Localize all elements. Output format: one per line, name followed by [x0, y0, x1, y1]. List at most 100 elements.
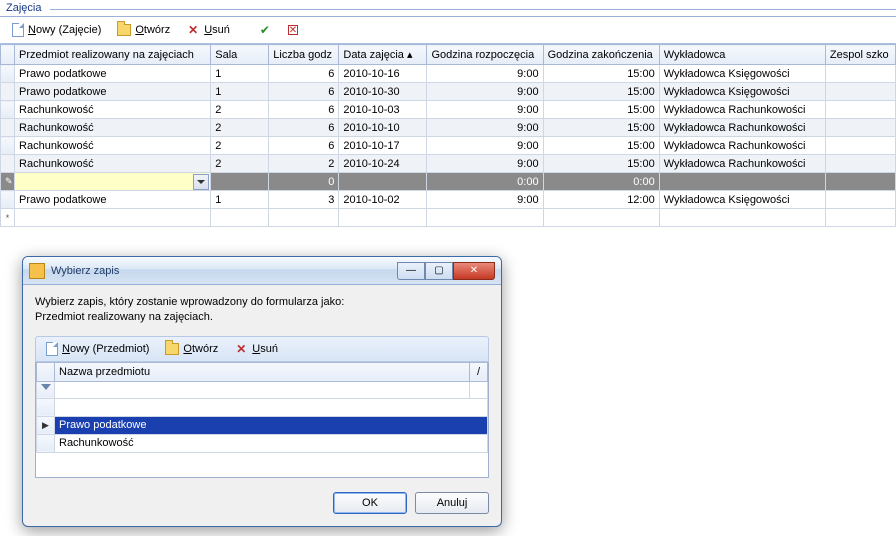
edit-row[interactable]: ✎00:000:00	[1, 173, 896, 191]
cell[interactable]: 15:00	[543, 65, 659, 83]
cell[interactable]: 15:00	[543, 137, 659, 155]
cell[interactable]: 9:00	[427, 119, 543, 137]
list-item[interactable]: ▶ Prawo podatkowe	[37, 416, 488, 434]
cell[interactable]: 9:00	[427, 191, 543, 209]
cell[interactable]: 6	[269, 65, 339, 83]
cell[interactable]	[825, 137, 895, 155]
table-row[interactable]: Rachunkowość222010-10-249:0015:00Wykłado…	[1, 155, 896, 173]
filter-row[interactable]	[37, 381, 488, 398]
cell[interactable]: Wykładowca Rachunkowości	[659, 119, 825, 137]
col-zespol[interactable]: Zespol szko	[825, 45, 895, 65]
cell[interactable]	[15, 209, 211, 227]
cell[interactable]: 2010-10-16	[339, 65, 427, 83]
col-data[interactable]: Data zajęcia ▴	[339, 45, 427, 65]
cell[interactable]: 3	[269, 191, 339, 209]
cell[interactable]: Wykładowca Rachunkowości	[659, 137, 825, 155]
cell[interactable]: Wykładowca Księgowości	[659, 65, 825, 83]
cell[interactable]: 0	[269, 173, 339, 191]
cell[interactable]: 9:00	[427, 101, 543, 119]
col-wyk[interactable]: Wykładowca	[659, 45, 825, 65]
col-godz[interactable]: Liczba godz	[269, 45, 339, 65]
dialog-delete-button[interactable]: ✕ Usuń	[228, 340, 284, 358]
cell[interactable]: Prawo podatkowe	[15, 191, 211, 209]
dialog-grid[interactable]: Nazwa przedmiotu / ▶ Prawo podatkowe	[36, 362, 488, 453]
table-row[interactable]: Prawo podatkowe162010-10-169:0015:00Wykł…	[1, 65, 896, 83]
chevron-down-icon[interactable]	[193, 174, 209, 190]
cell[interactable]: 2010-10-30	[339, 83, 427, 101]
new-row[interactable]: *	[1, 209, 896, 227]
cell[interactable]: Wykładowca Rachunkowości	[659, 101, 825, 119]
cell[interactable]	[825, 65, 895, 83]
cell[interactable]: 1	[211, 83, 269, 101]
cell[interactable]	[211, 209, 269, 227]
col-sort[interactable]: /	[470, 362, 488, 381]
cell[interactable]: 9:00	[427, 83, 543, 101]
cell[interactable]: 2	[211, 119, 269, 137]
cell[interactable]: Wykładowca Księgowości	[659, 191, 825, 209]
main-grid[interactable]: Przedmiot realizowany na zajęciach Sala …	[0, 44, 896, 227]
list-item[interactable]: Rachunkowość	[37, 434, 488, 452]
cell[interactable]: 2010-10-17	[339, 137, 427, 155]
cell[interactable]	[825, 83, 895, 101]
cell[interactable]: 1	[211, 65, 269, 83]
cell[interactable]: Prawo podatkowe	[15, 83, 211, 101]
cell[interactable]: Rachunkowość	[15, 119, 211, 137]
table-row[interactable]: Rachunkowość262010-10-179:0015:00Wykłado…	[1, 137, 896, 155]
cell[interactable]	[659, 209, 825, 227]
cell[interactable]: 6	[269, 83, 339, 101]
cell[interactable]: 15:00	[543, 119, 659, 137]
cell[interactable]	[825, 119, 895, 137]
blank-row[interactable]	[37, 398, 488, 416]
cell[interactable]: 2	[211, 101, 269, 119]
cell[interactable]: Rachunkowość	[15, 155, 211, 173]
cancel-dialog-button[interactable]: Anuluj	[415, 492, 489, 514]
dialog-open-button[interactable]: Otwórz	[159, 340, 224, 358]
cell[interactable]: Rachunkowość	[15, 137, 211, 155]
cancel-button[interactable]: ✕	[282, 23, 304, 37]
cell[interactable]	[825, 155, 895, 173]
cell[interactable]: 2	[211, 137, 269, 155]
new-button[interactable]: Nowy (Zajęcie)	[6, 21, 107, 39]
col-przedmiot[interactable]: Przedmiot realizowany na zajęciach	[15, 45, 211, 65]
cell[interactable]: 2010-10-24	[339, 155, 427, 173]
ok-button[interactable]: OK	[333, 492, 407, 514]
cell[interactable]	[825, 101, 895, 119]
cell[interactable]	[825, 209, 895, 227]
cell[interactable]: 0:00	[427, 173, 543, 191]
table-row[interactable]: Prawo podatkowe132010-10-029:0012:00Wykł…	[1, 191, 896, 209]
cell[interactable]: Rachunkowość	[15, 101, 211, 119]
col-nazwa[interactable]: Nazwa przedmiotu	[55, 362, 470, 381]
cell[interactable]: Prawo podatkowe	[15, 65, 211, 83]
cell[interactable]: 9:00	[427, 137, 543, 155]
col-start[interactable]: Godzina rozpoczęcia	[427, 45, 543, 65]
cell[interactable]: 6	[269, 101, 339, 119]
accept-button[interactable]: ✔	[252, 21, 278, 39]
cell[interactable]: 2	[211, 155, 269, 173]
table-row[interactable]: Rachunkowość262010-10-039:0015:00Wykłado…	[1, 101, 896, 119]
cell[interactable]	[543, 209, 659, 227]
cell[interactable]: 9:00	[427, 155, 543, 173]
cell[interactable]: 2010-10-10	[339, 119, 427, 137]
cell[interactable]: 2	[269, 155, 339, 173]
cell[interactable]: 1	[211, 191, 269, 209]
table-row[interactable]: Prawo podatkowe162010-10-309:0015:00Wykł…	[1, 83, 896, 101]
cell[interactable]: 2010-10-03	[339, 101, 427, 119]
subject-dropdown[interactable]	[15, 173, 211, 191]
cell[interactable]: 6	[269, 119, 339, 137]
cell[interactable]: Wykładowca Księgowości	[659, 83, 825, 101]
cell[interactable]	[339, 209, 427, 227]
cell[interactable]: 15:00	[543, 155, 659, 173]
cell[interactable]	[825, 191, 895, 209]
cell[interactable]: 9:00	[427, 65, 543, 83]
cell[interactable]	[825, 173, 895, 191]
cell[interactable]: 0:00	[543, 173, 659, 191]
cell[interactable]: 12:00	[543, 191, 659, 209]
col-end[interactable]: Godzina zakończenia	[543, 45, 659, 65]
cell[interactable]: 2010-10-02	[339, 191, 427, 209]
cell[interactable]	[427, 209, 543, 227]
dialog-new-button[interactable]: Nowy (Przedmiot)	[40, 340, 155, 358]
cell[interactable]: 15:00	[543, 101, 659, 119]
cell[interactable]: 6	[269, 137, 339, 155]
delete-button[interactable]: ✕ Usuń	[180, 21, 236, 39]
dialog-titlebar[interactable]: Wybierz zapis — ▢ ✕	[23, 257, 501, 285]
